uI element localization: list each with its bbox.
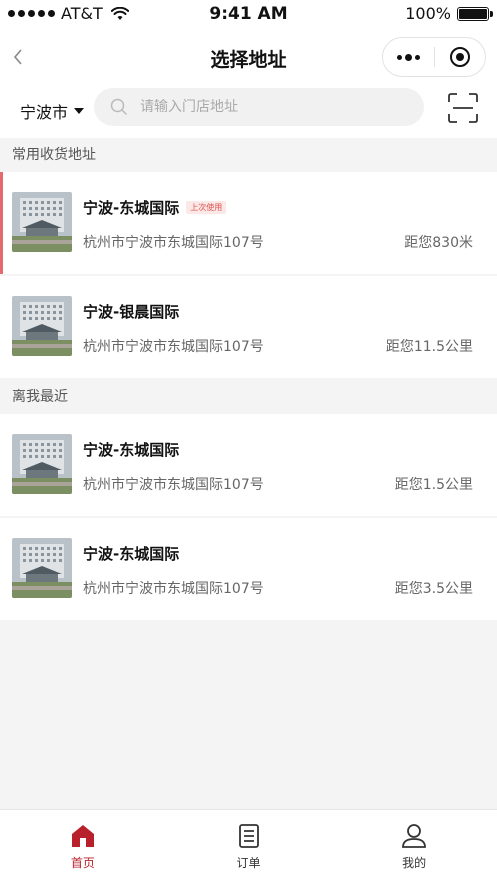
search-box[interactable] [94,88,424,126]
home-icon [71,825,94,847]
tab-profile-label: 我的 [402,856,427,870]
store-card[interactable]: 宁波-银晨国际 杭州市宁波市东城国际107号 距您11.5公里 [0,276,497,378]
tab-home-label: 首页 [70,856,95,870]
battery-percent: 100% [405,4,451,23]
store-name-text: 宁波-银晨国际 [83,303,180,321]
tab-profile[interactable]: 我的 [331,810,497,883]
status-bar: AT&T 9:41 AM 100% [0,0,497,28]
more-dots-icon [396,53,420,61]
battery-icon [457,6,493,21]
store-distance: 距您11.5公里 [385,339,473,355]
store-card[interactable]: 宁波-东城国际 杭州市宁波市东城国际107号 距您3.5公里 [0,518,497,620]
store-name-text: 宁波-东城国际 [83,545,180,563]
store-name: 宁波-东城国际 上次使用 [83,197,227,218]
store-distance: 距您830米 [404,235,473,251]
store-thumbnail [12,434,72,494]
profile-icon [402,824,427,848]
tab-home[interactable]: 首页 [0,810,166,883]
tab-orders-label: 订单 [236,856,261,870]
store-name-text: 宁波-东城国际 [83,199,180,217]
store-name: 宁波-东城国际 [83,543,179,564]
last-used-badge: 上次使用 [186,201,227,214]
battery-group: 100% [405,4,493,23]
order-icon [238,824,259,848]
store-name: 宁波-银晨国际 [83,301,179,322]
store-distance: 距您3.5公里 [394,581,473,597]
store-thumbnail [12,538,72,598]
tab-bar: 首页 订单 我的 [0,809,497,883]
nav-bar: 选择地址 [0,28,497,86]
store-address: 杭州市宁波市东城国际107号 [83,339,264,355]
store-address: 杭州市宁波市东城国际107号 [83,581,264,597]
search-icon [110,98,128,116]
search-input[interactable] [140,99,400,115]
tab-orders[interactable]: 订单 [166,810,332,883]
store-thumbnail [12,296,72,356]
section-header-nearby: 离我最近 [0,380,497,414]
store-name-text: 宁波-东城国际 [83,441,180,459]
store-card[interactable]: 宁波-东城国际 杭州市宁波市东城国际107号 距您1.5公里 [0,414,497,516]
section-header-frequent: 常用收货地址 [0,138,497,172]
scan-icon[interactable] [447,92,479,124]
more-button[interactable] [383,38,434,76]
store-address: 杭州市宁波市东城国际107号 [83,477,264,493]
city-selector[interactable]: 宁波市 [20,99,85,123]
store-distance: 距您1.5公里 [394,477,473,493]
store-name: 宁波-东城国际 [83,439,179,460]
store-thumbnail [12,192,72,252]
miniapp-capsule [382,37,486,77]
city-label: 宁波市 [20,103,69,122]
store-card[interactable]: 宁波-东城国际 上次使用 杭州市宁波市东城国际107号 距您830米 [0,172,497,274]
store-address: 杭州市宁波市东城国际107号 [83,235,264,251]
target-icon [449,47,470,67]
search-bar: 宁波市 [0,86,497,138]
close-miniapp-button[interactable] [435,38,486,76]
caret-down-icon [74,108,85,114]
